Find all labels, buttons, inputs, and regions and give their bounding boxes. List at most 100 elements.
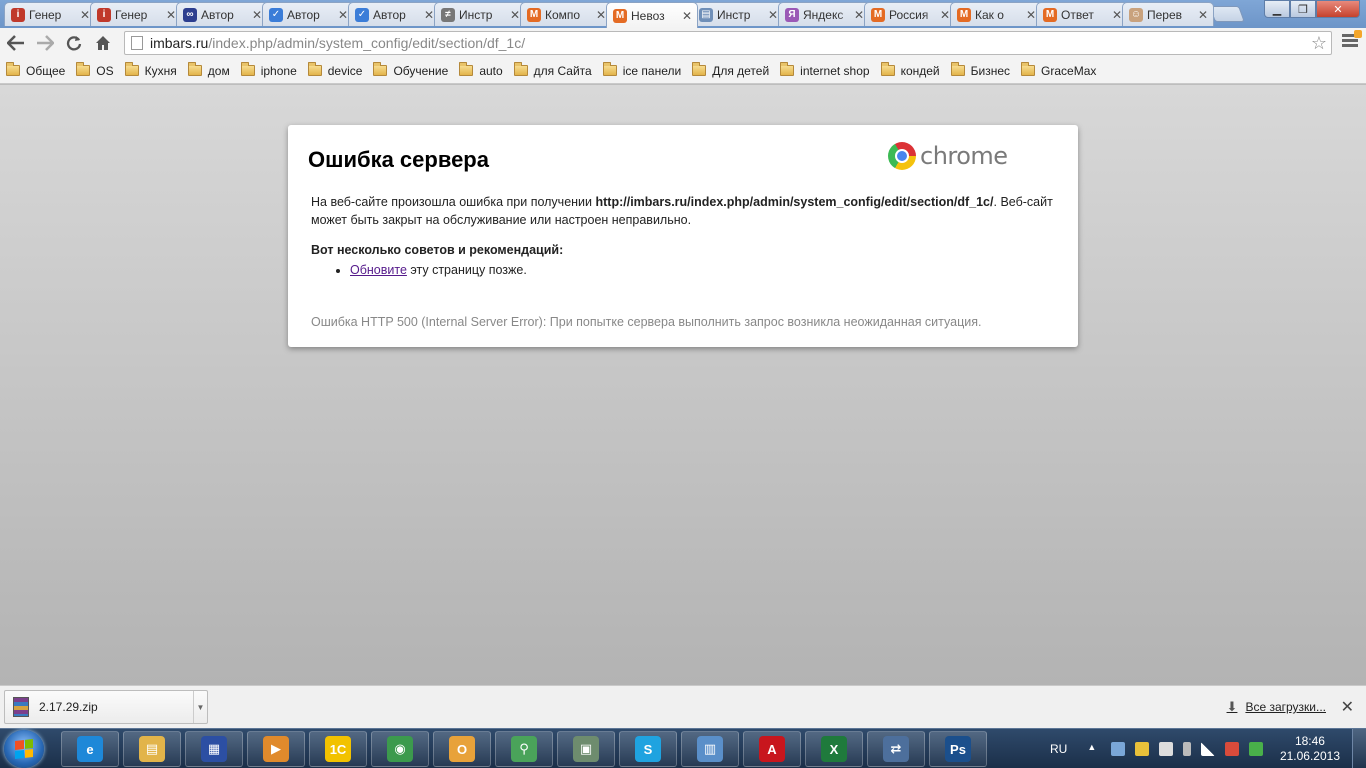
- back-button[interactable]: [3, 30, 29, 56]
- taskbar-app[interactable]: ⚲: [495, 731, 553, 767]
- taskbar-app[interactable]: ▶: [247, 731, 305, 767]
- bookmark-folder[interactable]: Для детей: [692, 62, 769, 78]
- action-center-flag-icon[interactable]: [1159, 742, 1174, 756]
- tab[interactable]: M Ответ ✕: [1036, 2, 1128, 26]
- folder-icon: [373, 62, 388, 76]
- bookmark-star-icon[interactable]: ☆: [1311, 33, 1327, 54]
- bookmark-folder[interactable]: кондей: [880, 62, 940, 78]
- tab[interactable]: M Невоз ✕: [606, 2, 698, 28]
- tab[interactable]: ✓ Автор ✕: [262, 2, 354, 26]
- taskbar-app[interactable]: ▤: [123, 731, 181, 767]
- tab-title: Ответ: [1061, 7, 1094, 22]
- taskbar-app[interactable]: X: [805, 731, 863, 767]
- tab-title: Автор: [373, 7, 406, 22]
- folder-icon: [950, 62, 965, 76]
- tab-close-icon[interactable]: ✕: [1197, 8, 1209, 22]
- tip-item: Обновите эту страницу позже.: [350, 261, 1058, 279]
- folder-icon: [76, 62, 91, 76]
- bookmark-folder[interactable]: Бизнес: [950, 62, 1010, 78]
- security-shield-icon[interactable]: [1135, 742, 1150, 756]
- minimize-button[interactable]: ▁: [1264, 0, 1290, 18]
- new-tab-button[interactable]: [1209, 6, 1245, 22]
- taskbar-app[interactable]: ▥: [681, 731, 739, 767]
- tab[interactable]: ≠ Инстр ✕: [434, 2, 526, 26]
- taskbar-app[interactable]: ◉: [371, 731, 429, 767]
- download-options-button[interactable]: ▼: [193, 691, 207, 723]
- tab[interactable]: M Компо ✕: [520, 2, 612, 26]
- taskbar-app[interactable]: A: [743, 731, 801, 767]
- tab[interactable]: ✓ Автор ✕: [348, 2, 440, 26]
- menu-bar-icon: [1342, 39, 1358, 42]
- bookmark-folder[interactable]: Общее: [6, 62, 65, 78]
- windows-taskbar: RU ▲ 18:46 21.06.2013 e ▤ ▦ ▶ 1С ◉ O ⚲ ▣ S ▥ A X ⇄ Ps: [0, 728, 1366, 768]
- volume-muted-icon[interactable]: [1225, 742, 1240, 756]
- forward-button[interactable]: [32, 30, 58, 56]
- bookmark-folder[interactable]: дом: [187, 62, 230, 78]
- tab[interactable]: ☺ Перев ✕: [1122, 2, 1214, 26]
- address-bar[interactable]: imbars.ru/index.php/admin/system_config/…: [124, 31, 1332, 55]
- chrome-menu-button[interactable]: [1342, 30, 1362, 50]
- all-downloads-link[interactable]: ⬇ Все загрузки...: [1227, 699, 1326, 715]
- bookmark-folder[interactable]: GraceMax: [1021, 62, 1097, 78]
- bookmark-folder[interactable]: для Сайта: [513, 62, 592, 78]
- bookmark-folder[interactable]: internet shop: [780, 62, 870, 78]
- acrobat-icon: A: [759, 736, 785, 762]
- taskbar-app[interactable]: S: [619, 731, 677, 767]
- bookmark-folder[interactable]: Кухня: [124, 62, 177, 78]
- tab[interactable]: ∞ Автор ✕: [176, 2, 268, 26]
- 1c-icon: 1С: [325, 736, 351, 762]
- update-tray-icon[interactable]: [1249, 742, 1264, 756]
- tab[interactable]: i Генер ✕: [90, 2, 182, 26]
- reload-link[interactable]: Обновите: [350, 263, 407, 277]
- folder-icon: [602, 62, 617, 76]
- tab-strip: ▁ ❐ ✕ i Генер ✕ i Генер ✕ ∞ Автор ✕ ✓ Автор ✕ ✓ Автор…: [0, 0, 1366, 28]
- person-icon: ☺: [1129, 7, 1143, 22]
- taskbar-app[interactable]: O: [433, 731, 491, 767]
- tab[interactable]: Я Яндекс ✕: [778, 2, 870, 26]
- infinity-icon: ∞: [183, 7, 197, 22]
- language-indicator[interactable]: RU: [1050, 742, 1067, 756]
- browser-toolbar: imbars.ru/index.php/admin/system_config/…: [0, 28, 1366, 58]
- close-shelf-button[interactable]: ✕: [1341, 697, 1354, 717]
- taskbar-app[interactable]: Ps: [929, 731, 987, 767]
- maximize-button[interactable]: ❐: [1290, 0, 1316, 18]
- tab[interactable]: M Как о ✕: [950, 2, 1042, 26]
- reload-icon: [66, 36, 82, 51]
- tab-close-icon[interactable]: ✕: [681, 9, 693, 23]
- bookmark-label: OS: [96, 63, 114, 78]
- download-item[interactable]: 2.17.29.zip ▼: [4, 690, 208, 724]
- taskbar-app[interactable]: 1С: [309, 731, 367, 767]
- download-filename: 2.17.29.zip: [39, 700, 98, 714]
- taskbar-app[interactable]: ⇄: [867, 731, 925, 767]
- show-hidden-icons-icon[interactable]: ▲: [1087, 742, 1101, 756]
- network-tray-icon[interactable]: [1111, 742, 1126, 756]
- start-button[interactable]: [4, 730, 44, 768]
- signal-icon[interactable]: [1201, 742, 1216, 756]
- monitor-icon: ▣: [573, 736, 599, 762]
- outlook-icon: O: [449, 736, 475, 762]
- close-window-button[interactable]: ✕: [1316, 0, 1360, 18]
- bookmark-folder[interactable]: device: [307, 62, 362, 78]
- clock[interactable]: 18:46 21.06.2013: [1280, 734, 1340, 764]
- home-button[interactable]: [90, 30, 116, 56]
- bookmark-folder[interactable]: ice панели: [602, 62, 681, 78]
- bookmark-folder[interactable]: iphone: [240, 62, 297, 78]
- taskbar-app[interactable]: ▦: [185, 731, 243, 767]
- tab-title: Инстр: [459, 7, 493, 22]
- error-url: http://imbars.ru/index.php/admin/system_…: [595, 195, 994, 209]
- reload-button[interactable]: [61, 30, 87, 56]
- chrome-logo: chrome: [888, 142, 1008, 170]
- tab[interactable]: i Генер ✕: [4, 2, 96, 26]
- forward-arrow-icon: [37, 35, 54, 51]
- bookmark-folder[interactable]: Обучение: [373, 62, 448, 78]
- bookmark-folder[interactable]: auto: [459, 62, 503, 78]
- tab[interactable]: ▤ Инстр ✕: [692, 2, 784, 26]
- taskbar-app[interactable]: e: [61, 731, 119, 767]
- show-desktop-button[interactable]: [1352, 729, 1366, 768]
- bookmark-label: GraceMax: [1041, 63, 1097, 78]
- taskbar-app[interactable]: ▣: [557, 731, 615, 767]
- battery-icon[interactable]: [1183, 742, 1192, 756]
- tab[interactable]: M Россия ✕: [864, 2, 956, 26]
- bookmark-folder[interactable]: OS: [76, 62, 114, 78]
- page-icon: ▤: [699, 7, 713, 22]
